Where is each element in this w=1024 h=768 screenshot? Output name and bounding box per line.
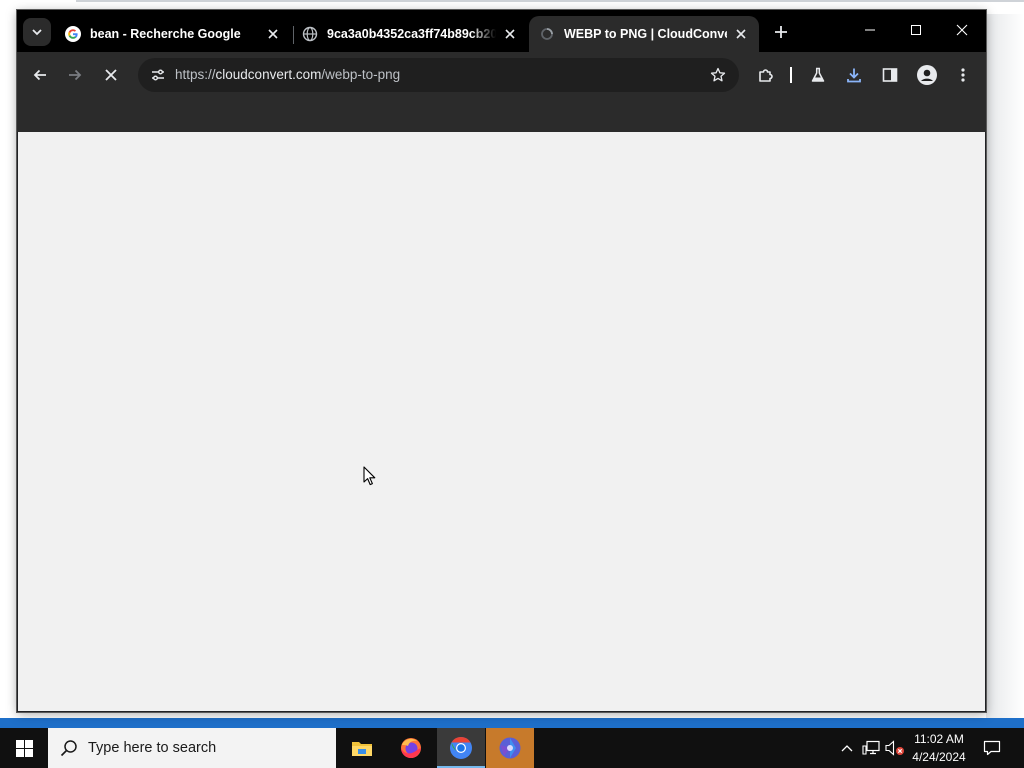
network-button[interactable] — [861, 728, 881, 768]
action-center-button[interactable] — [978, 728, 1006, 768]
side-panel-button[interactable] — [876, 61, 904, 89]
tab-title: WEBP to PNG | CloudConvert — [564, 27, 727, 41]
desktop-edge — [76, 0, 1024, 2]
chevron-down-icon — [32, 29, 42, 36]
close-window-button[interactable] — [939, 10, 985, 50]
tab-title: 9ca3a0b4352ca3ff74b89cb208 — [327, 27, 496, 41]
desktop-edge — [0, 718, 1024, 728]
bookmarks-bar — [17, 98, 986, 132]
download-icon — [847, 68, 861, 83]
toolbar-divider — [790, 67, 792, 83]
taskbar-app[interactable] — [486, 728, 534, 768]
url-scheme: https:// — [175, 67, 216, 82]
taskbar: Type here to search 11:02 AM 4/24/2024 — [0, 728, 1024, 768]
labs-flask-icon — [811, 67, 825, 82]
profile-button[interactable] — [913, 61, 941, 89]
clock-date: 4/24/2024 — [912, 750, 966, 764]
clock-time: 11:02 AM — [914, 732, 964, 746]
tab-search-button[interactable] — [23, 18, 51, 46]
site-info-icon[interactable] — [146, 63, 170, 87]
labs-button[interactable] — [804, 61, 832, 89]
search-icon — [60, 740, 77, 757]
minimize-icon — [865, 29, 875, 31]
stop-loading-icon — [105, 69, 117, 81]
url-path: /webp-to-png — [321, 67, 401, 82]
profile-icon — [917, 65, 937, 85]
extensions-icon — [759, 69, 773, 82]
plus-icon — [775, 26, 787, 38]
browser-toolbar: https://cloudconvert.com/webp-to-png — [17, 52, 986, 98]
maximize-icon — [911, 25, 921, 35]
chrome-icon — [450, 737, 472, 759]
minimize-button[interactable] — [847, 10, 893, 50]
tab-google-search[interactable]: bean - Recherche Google — [55, 16, 291, 52]
file-explorer-icon — [352, 742, 372, 756]
loading-icon — [539, 26, 555, 42]
google-g-icon — [65, 26, 81, 42]
tab-cloudconvert[interactable]: WEBP to PNG | CloudConvert — [529, 16, 759, 52]
page-content[interactable] — [18, 132, 985, 711]
system-clock[interactable]: 11:02 AM 4/24/2024 — [908, 730, 970, 766]
close-icon[interactable] — [265, 26, 281, 42]
close-icon — [956, 24, 968, 36]
more-menu-icon — [961, 68, 965, 82]
taskbar-file-explorer[interactable] — [338, 728, 386, 768]
tab-title: bean - Recherche Google — [90, 27, 241, 41]
back-icon — [33, 69, 46, 81]
network-icon — [862, 740, 880, 755]
back-button[interactable] — [26, 61, 54, 89]
tab-strip: bean - Recherche Google 9ca3a0b4352ca3ff… — [17, 10, 986, 52]
forward-icon — [69, 69, 82, 81]
address-url: https://cloudconvert.com/webp-to-png — [175, 67, 400, 82]
stop-loading-button[interactable] — [97, 61, 125, 89]
star-icon[interactable] — [707, 64, 729, 86]
url-host: cloudconvert.com — [215, 67, 322, 82]
windows-logo-icon — [15, 739, 33, 757]
more-menu-button[interactable] — [949, 61, 977, 89]
browser-window: bean - Recherche Google 9ca3a0b4352ca3ff… — [17, 10, 986, 712]
downloads-button[interactable] — [840, 61, 868, 89]
show-hidden-icons-button[interactable] — [838, 728, 856, 768]
maximize-button[interactable] — [893, 10, 939, 50]
tab-hash-page[interactable]: 9ca3a0b4352ca3ff74b89cb208 — [292, 16, 528, 52]
firefox-icon — [401, 738, 421, 758]
taskbar-chrome[interactable] — [437, 728, 485, 768]
notification-icon — [983, 740, 1001, 756]
app-icon — [499, 737, 521, 759]
address-bar[interactable]: https://cloudconvert.com/webp-to-png — [138, 58, 739, 92]
close-icon[interactable] — [502, 26, 518, 42]
volume-muted-icon — [885, 740, 904, 756]
side-panel-icon — [882, 68, 898, 82]
mouse-pointer-icon — [363, 466, 376, 486]
taskbar-firefox[interactable] — [387, 728, 435, 768]
taskbar-search-input[interactable]: Type here to search — [48, 728, 336, 768]
volume-button[interactable] — [884, 728, 906, 768]
search-placeholder: Type here to search — [88, 740, 217, 756]
chevron-up-icon — [841, 745, 853, 752]
desktop-edge — [986, 14, 1024, 718]
extensions-button[interactable] — [752, 61, 780, 89]
start-button[interactable] — [0, 728, 48, 768]
forward-button[interactable] — [61, 61, 89, 89]
globe-icon — [302, 26, 318, 42]
new-tab-button[interactable] — [769, 20, 793, 44]
close-icon[interactable] — [733, 26, 749, 42]
